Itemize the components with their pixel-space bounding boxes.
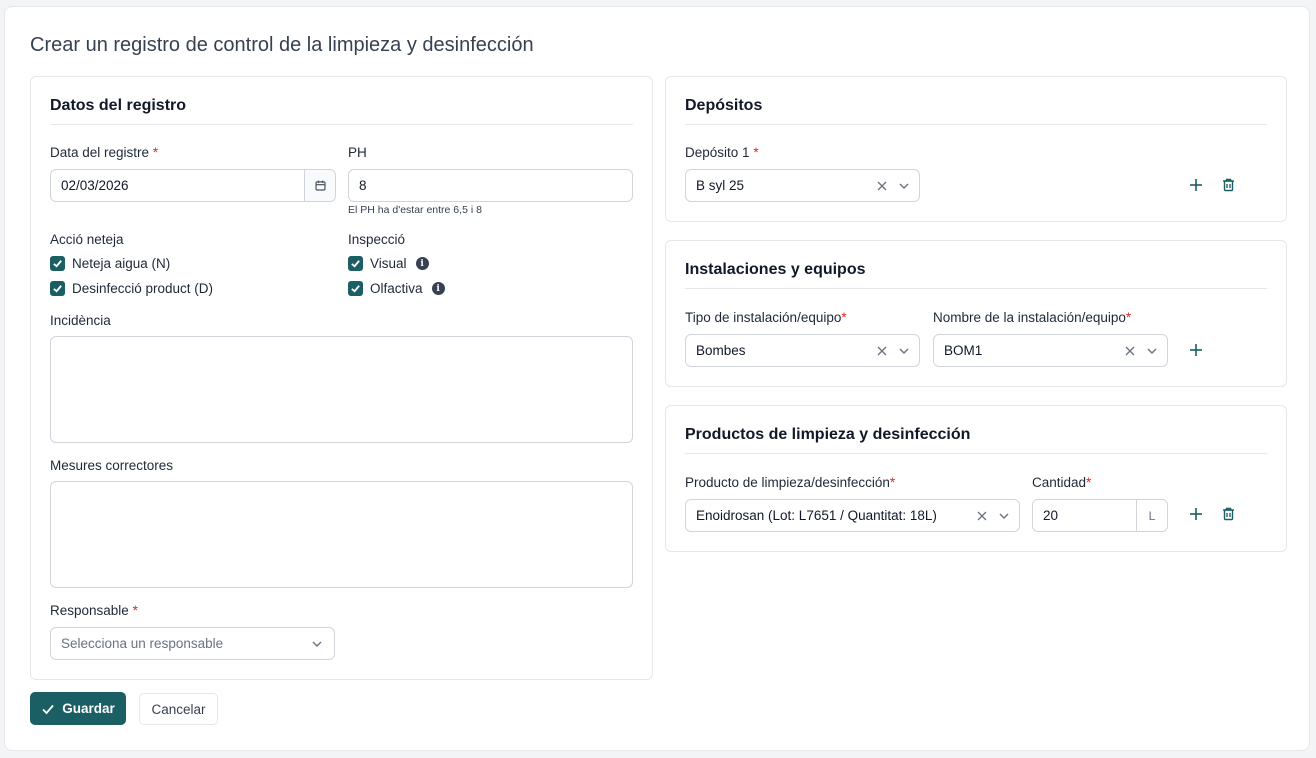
checkbox-label: Desinfecció product (D) <box>72 281 214 296</box>
info-icon[interactable]: i <box>431 282 445 295</box>
check-icon <box>53 285 62 293</box>
ph-label: PH <box>348 145 367 160</box>
tipo-label: Tipo de instalación/equipo* <box>685 310 847 325</box>
trash-icon <box>1222 178 1234 192</box>
checkbox-visual[interactable]: Visual i <box>348 256 429 271</box>
productos-card: Productos de limpieza y desinfección Pro… <box>665 405 1287 552</box>
ph-input[interactable]: 8 <box>348 169 633 202</box>
mesures-label: Mesures correctores <box>50 458 174 473</box>
calendar-icon <box>314 180 326 191</box>
checkbox-checked[interactable] <box>348 256 363 271</box>
clear-icon[interactable] <box>971 510 993 522</box>
chevron-down-icon[interactable] <box>893 345 915 357</box>
add-producto-button[interactable] <box>1186 504 1206 524</box>
date-value: 02/03/2026 <box>61 178 129 193</box>
page-title: Crear un registro de control de la limpi… <box>30 34 534 56</box>
checkbox-olfactiva[interactable]: Olfactiva i <box>348 281 445 296</box>
producto-value: Enoidrosan (Lot: L7651 / Quantitat: 18L) <box>696 508 937 523</box>
incidencia-label: Incidència <box>50 313 111 328</box>
responsable-placeholder: Selecciona un responsable <box>61 636 224 651</box>
producto-select[interactable]: Enoidrosan (Lot: L7651 / Quantitat: 18L) <box>685 499 1020 532</box>
incidencia-textarea[interactable] <box>50 336 633 443</box>
deposito-label: Depósito 1 * <box>685 145 759 160</box>
plus-icon <box>1190 344 1202 356</box>
productos-card-title: Productos de limpieza y desinfección <box>685 426 971 443</box>
responsable-select[interactable]: Selecciona un responsable <box>50 627 335 660</box>
instalaciones-card: Instalaciones y equipos Tipo de instalac… <box>665 240 1287 387</box>
cantidad-label: Cantidad* <box>1032 475 1092 490</box>
nombre-value: BOM1 <box>944 343 983 358</box>
nombre-label: Nombre de la instalación/equipo* <box>933 310 1132 325</box>
tipo-value: Bombes <box>696 343 746 358</box>
nombre-select[interactable]: BOM1 <box>933 334 1168 367</box>
instalaciones-card-title: Instalaciones y equipos <box>685 261 866 278</box>
page: Crear un registro de control de la limpi… <box>4 6 1310 751</box>
date-input[interactable]: 02/03/2026 <box>50 169 336 202</box>
save-button[interactable]: Guardar <box>30 692 126 725</box>
cantidad-input[interactable]: 20 L <box>1032 499 1168 532</box>
checkbox-label: Visual <box>370 256 407 271</box>
divider <box>685 124 1267 125</box>
delete-deposito-button[interactable] <box>1218 175 1238 195</box>
chevron-down-icon[interactable] <box>893 180 915 192</box>
checkbox-checked[interactable] <box>50 281 65 296</box>
depositos-card: Depósitos Depósito 1 * B syl 25 <box>665 76 1287 222</box>
cantidad-value: 20 <box>1043 508 1059 523</box>
clear-icon[interactable] <box>871 180 893 192</box>
trash-icon <box>1222 507 1234 521</box>
delete-producto-button[interactable] <box>1218 504 1238 524</box>
cancel-button[interactable]: Cancelar <box>139 693 218 725</box>
registro-card: Datos del registro Data del registre * 0… <box>30 76 653 680</box>
info-icon[interactable]: i <box>415 257 429 270</box>
chevron-down-icon[interactable] <box>306 638 328 650</box>
save-label: Guardar <box>62 701 115 716</box>
clear-icon[interactable] <box>1119 345 1141 357</box>
cantidad-unit: L <box>1136 500 1167 531</box>
check-icon <box>53 260 62 268</box>
producto-label: Producto de limpieza/desinfección* <box>685 475 896 490</box>
checkbox-label: Neteja aigua (N) <box>72 256 171 271</box>
ph-hint: El PH ha d'estar entre 6,5 i 8 <box>348 204 482 216</box>
divider <box>50 124 633 125</box>
calendar-button[interactable] <box>304 170 335 201</box>
divider <box>685 288 1267 289</box>
check-icon <box>42 704 54 714</box>
plus-icon <box>1190 179 1202 191</box>
registro-card-title: Datos del registro <box>50 97 187 114</box>
chevron-down-icon[interactable] <box>1141 345 1163 357</box>
ph-value: 8 <box>359 178 367 193</box>
plus-icon <box>1190 508 1202 520</box>
divider <box>685 453 1267 454</box>
check-icon <box>351 260 360 268</box>
accio-label: Acció neteja <box>50 232 124 247</box>
add-deposito-button[interactable] <box>1186 175 1206 195</box>
checkbox-label: Olfactiva <box>370 281 423 296</box>
inspeccio-label: Inspecció <box>348 232 406 247</box>
tipo-select[interactable]: Bombes <box>685 334 920 367</box>
checkbox-checked[interactable] <box>348 281 363 296</box>
responsable-label: Responsable * <box>50 603 138 618</box>
chevron-down-icon[interactable] <box>993 510 1015 522</box>
depositos-card-title: Depósitos <box>685 97 763 114</box>
deposito-value: B syl 25 <box>696 178 745 193</box>
mesures-textarea[interactable] <box>50 481 633 588</box>
clear-icon[interactable] <box>871 345 893 357</box>
check-icon <box>351 285 360 293</box>
checkbox-neteja-aigua[interactable]: Neteja aigua (N) <box>50 256 170 271</box>
checkbox-checked[interactable] <box>50 256 65 271</box>
checkbox-desinfeccio[interactable]: Desinfecció product (D) <box>50 281 213 296</box>
deposito-select[interactable]: B syl 25 <box>685 169 920 202</box>
date-label: Data del registre * <box>50 145 159 160</box>
add-instalacion-button[interactable] <box>1186 340 1206 360</box>
